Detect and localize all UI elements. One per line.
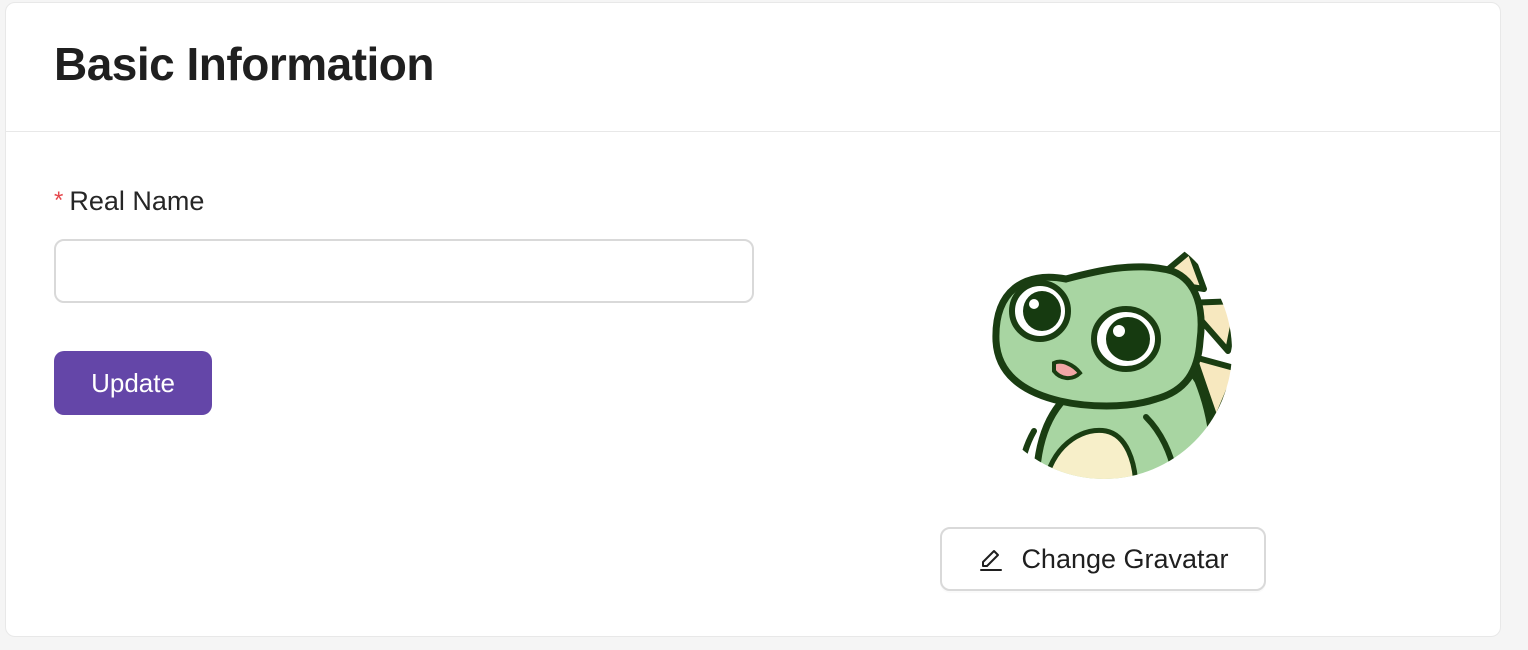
change-gravatar-label: Change Gravatar — [1021, 543, 1229, 574]
card-title: Basic Information — [54, 38, 435, 90]
real-name-label-text: Real Name — [69, 186, 205, 216]
avatar-image — [992, 248, 1232, 479]
real-name-label: * Real Name — [54, 185, 204, 217]
change-gravatar-button[interactable]: Change Gravatar — [940, 527, 1266, 591]
card-header: Basic Information — [6, 3, 1500, 132]
required-mark: * — [54, 187, 64, 214]
update-button[interactable]: Update — [54, 351, 212, 415]
real-name-input[interactable] — [54, 239, 754, 303]
basic-information-card: Basic Information * Real Name Update Cha… — [5, 2, 1501, 637]
edit-icon — [980, 550, 1003, 571]
